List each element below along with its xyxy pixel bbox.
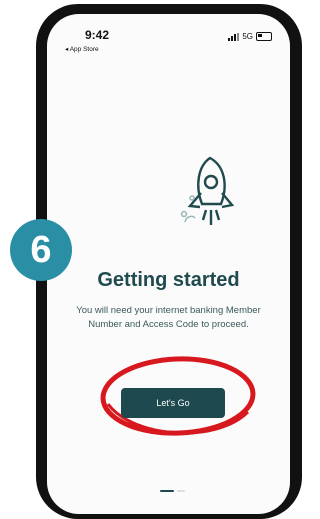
battery-icon xyxy=(256,32,272,41)
page-title: Getting started xyxy=(97,269,240,291)
status-time: 9:42 xyxy=(85,28,110,42)
step-number-badge: 6 xyxy=(10,219,72,281)
network-label: 5G xyxy=(242,32,253,41)
signal-icon xyxy=(228,32,240,41)
page-subtitle: You will need your internet banking Memb… xyxy=(76,305,261,330)
page-dot-active xyxy=(160,490,174,492)
back-to-app-store-link[interactable]: ◂ App Store xyxy=(65,45,99,53)
page-dot-inactive xyxy=(177,490,185,492)
lets-go-button[interactable]: Let's Go xyxy=(121,388,225,418)
page-indicator xyxy=(47,490,290,496)
app-screen: 9:42 ◂ App Store 5G Getting started You … xyxy=(47,14,290,514)
rocket-icon xyxy=(180,156,235,225)
status-icons: 5G xyxy=(228,32,272,41)
